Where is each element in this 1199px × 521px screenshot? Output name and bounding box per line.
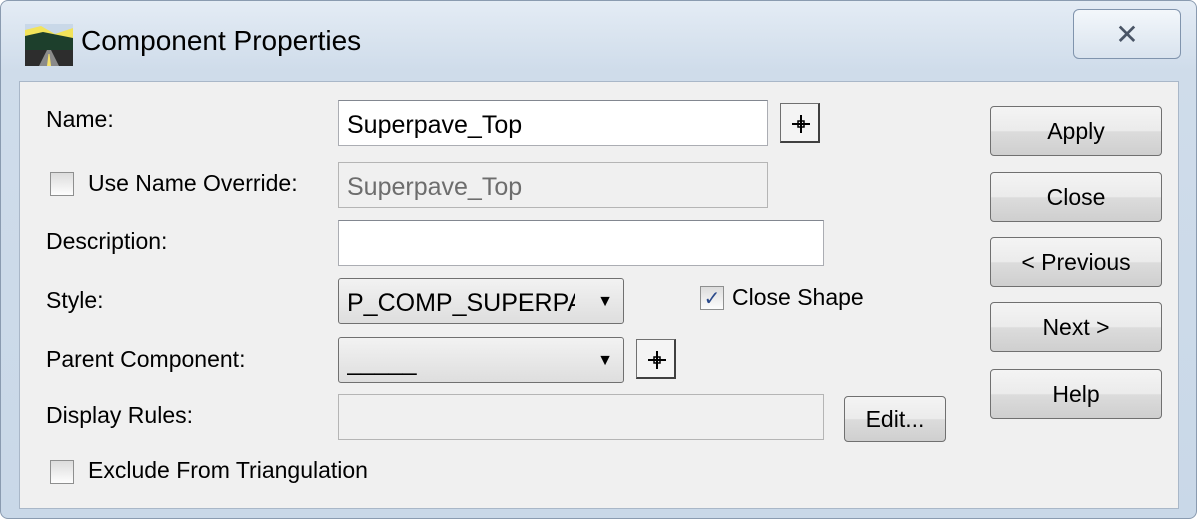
window-title: Component Properties [81, 25, 362, 56]
description-label: Description: [46, 228, 168, 254]
component-properties-dialog: Component Properties ✕ Name: Superpave_T… [0, 0, 1197, 519]
exclude-triangulation-label[interactable]: Exclude From Triangulation [88, 457, 368, 484]
checkmark-icon: ✓ [703, 287, 721, 310]
crosshair-icon [648, 351, 666, 369]
crosshair-icon [792, 115, 810, 133]
name-field[interactable]: Superpave_Top [338, 100, 768, 146]
parent-component-label: Parent Component: [46, 346, 246, 372]
display-rules-field [338, 394, 824, 440]
road-app-icon [25, 24, 73, 66]
title-bar[interactable]: Component Properties ✕ [1, 1, 1198, 81]
parent-component-dropdown[interactable]: _____ ▼ [338, 337, 624, 383]
style-dropdown[interactable]: P_COMP_SUPERPA ▼ [338, 278, 624, 324]
exclude-triangulation-checkbox[interactable] [50, 460, 74, 484]
name-override-field: Superpave_Top [338, 162, 768, 208]
style-label: Style: [46, 287, 104, 313]
close-icon[interactable]: ✕ [1073, 9, 1181, 59]
parent-component-value: _____ [347, 348, 417, 376]
chevron-down-icon: ▼ [597, 352, 613, 369]
help-button[interactable]: Help [990, 369, 1162, 419]
edit-display-rules-button[interactable]: Edit... [844, 396, 946, 442]
next-button[interactable]: Next > [990, 302, 1162, 352]
close-shape-label[interactable]: Close Shape [732, 284, 864, 311]
dialog-body: Name: Superpave_Top Use Name Override: S… [19, 81, 1179, 509]
use-name-override-checkbox[interactable] [50, 172, 74, 196]
parent-component-pick-button[interactable] [636, 339, 676, 379]
previous-button[interactable]: < Previous [990, 237, 1162, 287]
display-rules-label: Display Rules: [46, 402, 193, 428]
description-field[interactable] [338, 220, 824, 266]
use-name-override-label[interactable]: Use Name Override: [88, 170, 298, 197]
close-shape-checkbox[interactable]: ✓ [700, 286, 724, 310]
style-dropdown-value: P_COMP_SUPERPA [347, 289, 575, 317]
close-button[interactable]: Close [990, 172, 1162, 222]
apply-button[interactable]: Apply [990, 106, 1162, 156]
name-label: Name: [46, 106, 114, 132]
chevron-down-icon: ▼ [597, 293, 613, 310]
name-pick-button[interactable] [780, 103, 820, 143]
